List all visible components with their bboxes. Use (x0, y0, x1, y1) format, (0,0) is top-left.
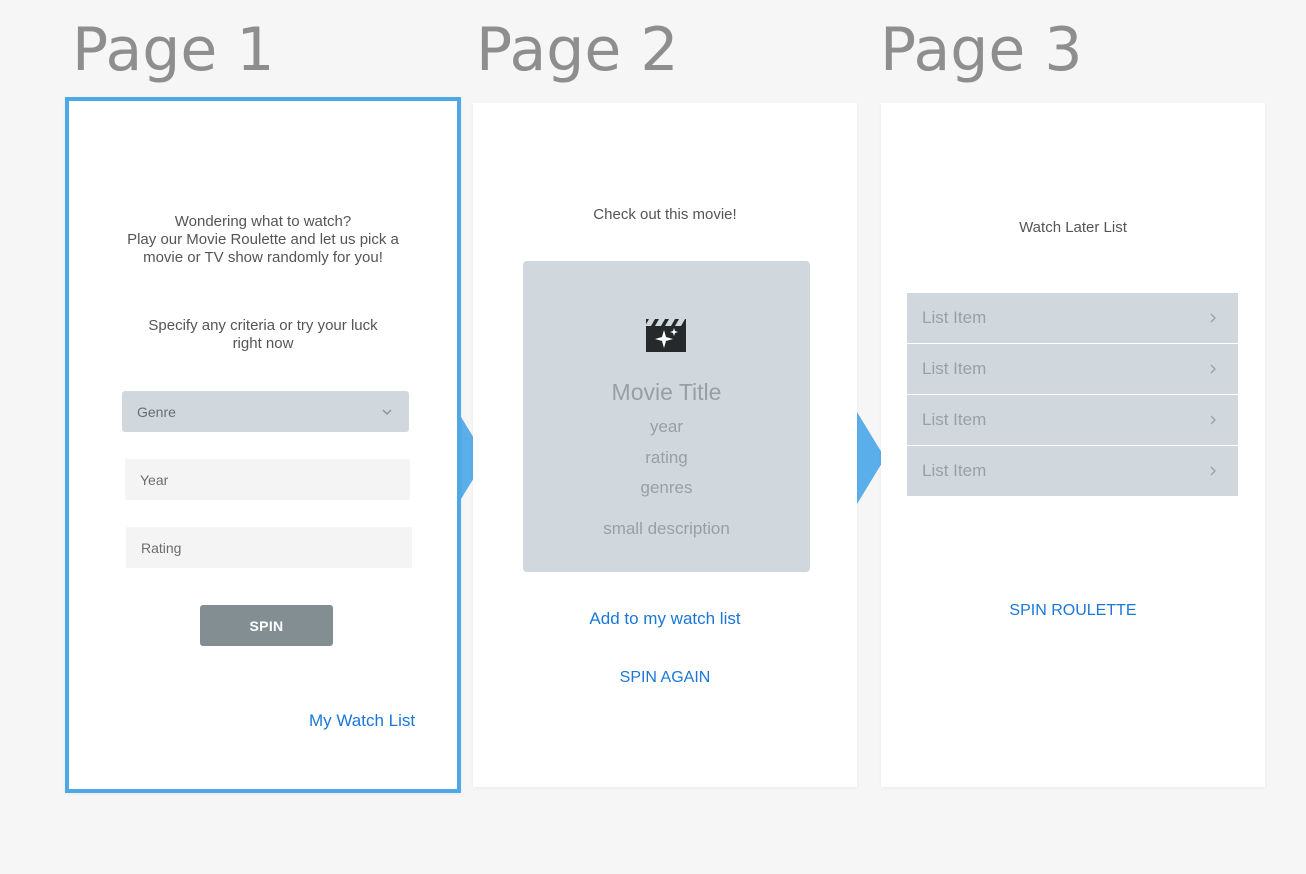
list-item[interactable]: List Item (907, 446, 1238, 496)
list-item-label: List Item (922, 461, 987, 480)
chevron-down-icon (382, 409, 392, 415)
my-watch-list-link[interactable]: My Watch List (309, 711, 415, 731)
chevron-right-icon (1210, 415, 1216, 425)
list-item[interactable]: List Item (907, 344, 1238, 394)
list-item-label: List Item (922, 308, 987, 327)
rating-placeholder: Rating (141, 539, 182, 556)
page1-panel[interactable]: Wondering what to watch? Play our Movie … (65, 97, 461, 793)
genre-label: Genre (137, 403, 176, 420)
list-item-label: List Item (922, 410, 987, 429)
page3-panel[interactable]: Watch Later List List Item List Item Lis… (881, 103, 1265, 787)
page1-heading: Page 1 (72, 15, 275, 85)
movie-genres: genres (640, 478, 693, 497)
list-item-label: List Item (922, 359, 987, 378)
watch-later-heading: Watch Later List (1019, 219, 1127, 236)
chevron-right-icon (1210, 313, 1216, 323)
page2-panel[interactable]: Check out this movie! Movie Title year r… (473, 103, 857, 787)
intro-line-2: Play our Movie Roulette and let us pick … (127, 231, 399, 248)
page2-heading: Page 2 (476, 15, 679, 85)
chevron-right-icon (1210, 364, 1216, 374)
rating-input[interactable]: Rating (126, 527, 412, 568)
year-input[interactable]: Year (125, 459, 410, 500)
genre-dropdown[interactable]: Genre (122, 391, 409, 432)
criteria-line-1: Specify any criteria or try your luck (148, 317, 378, 334)
intro-text: Wondering what to watch? Play our Movie … (69, 213, 457, 267)
page3-heading: Page 3 (880, 15, 1083, 85)
list-item[interactable]: List Item (907, 395, 1238, 445)
movie-title: Movie Title (611, 379, 722, 405)
list-item[interactable]: List Item (907, 293, 1238, 343)
intro-line-1: Wondering what to watch? (174, 213, 352, 230)
spin-again-link[interactable]: SPIN AGAIN (473, 669, 857, 687)
spin-roulette-link[interactable]: SPIN ROULETTE (881, 602, 1265, 620)
movie-description: small description (603, 519, 730, 538)
movie-year: year (649, 417, 684, 436)
add-to-watch-list-link[interactable]: Add to my watch list (473, 609, 857, 629)
spin-button[interactable]: SPIN (200, 605, 333, 646)
page2-heading-text: Check out this movie! (593, 206, 737, 223)
chevron-right-icon (1210, 466, 1216, 476)
criteria-line-2: right now (232, 335, 294, 352)
criteria-text: Specify any criteria or try your luck ri… (69, 317, 457, 353)
movie-clapper-icon (645, 319, 686, 352)
intro-line-3: movie or TV show randomly for you! (143, 249, 383, 266)
movie-rating: rating (645, 448, 688, 467)
movie-card: Movie Title year rating genres small des… (523, 261, 810, 572)
year-placeholder: Year (140, 471, 169, 488)
